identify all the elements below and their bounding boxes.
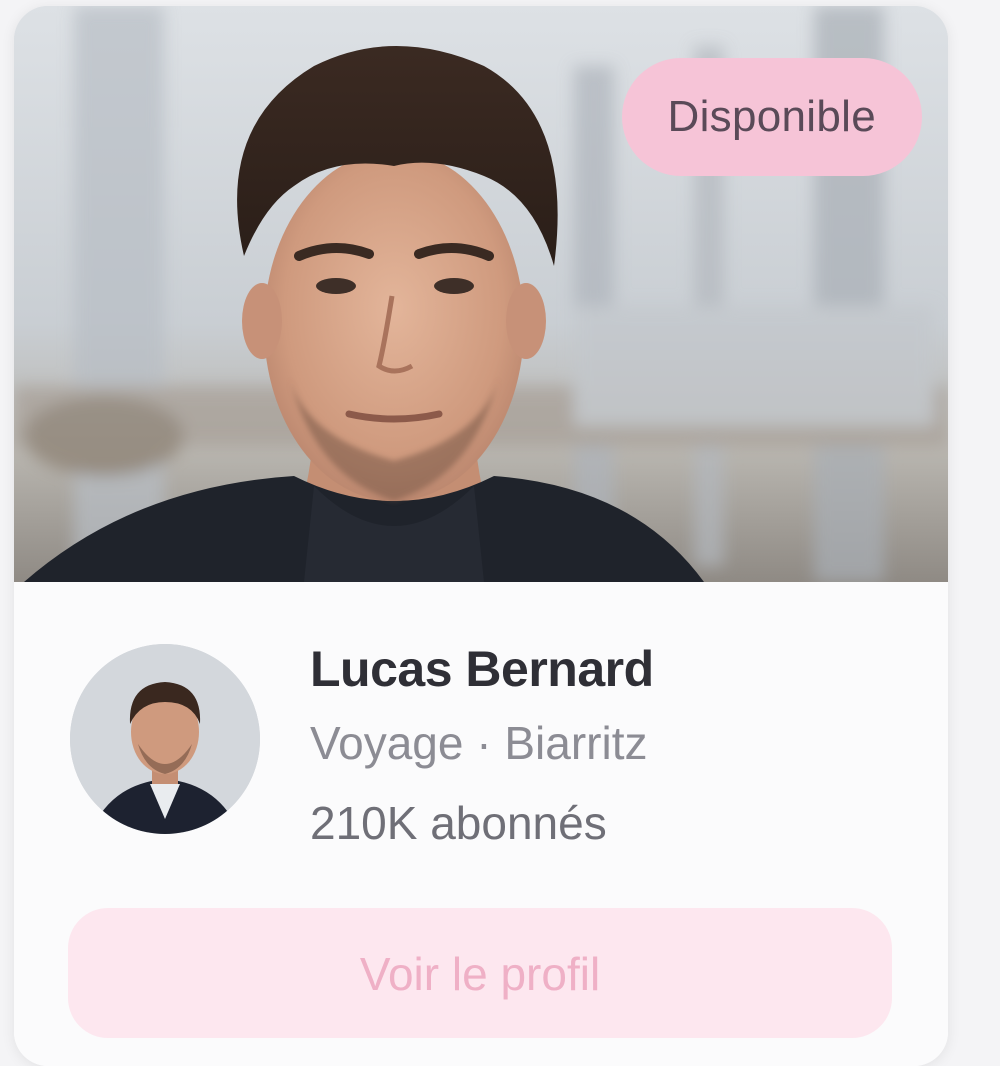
status-badge: Disponible (621, 58, 922, 176)
view-profile-button[interactable]: Voir le profil (68, 908, 892, 1038)
profile-name: Lucas Bernard (310, 641, 654, 697)
profile-info: Lucas Bernard Voyage · Biarritz 210K abo… (14, 582, 948, 1066)
avatar-photo (70, 644, 260, 834)
cover-photo: Disponible (14, 6, 948, 582)
follower-count: 210K abonnés (310, 797, 607, 849)
avatar[interactable] (70, 644, 260, 834)
profile-card: Disponible Lucas Bernard Voyage · Biarri… (14, 6, 948, 1066)
profile-category-location: Voyage · Biarritz (310, 717, 648, 769)
